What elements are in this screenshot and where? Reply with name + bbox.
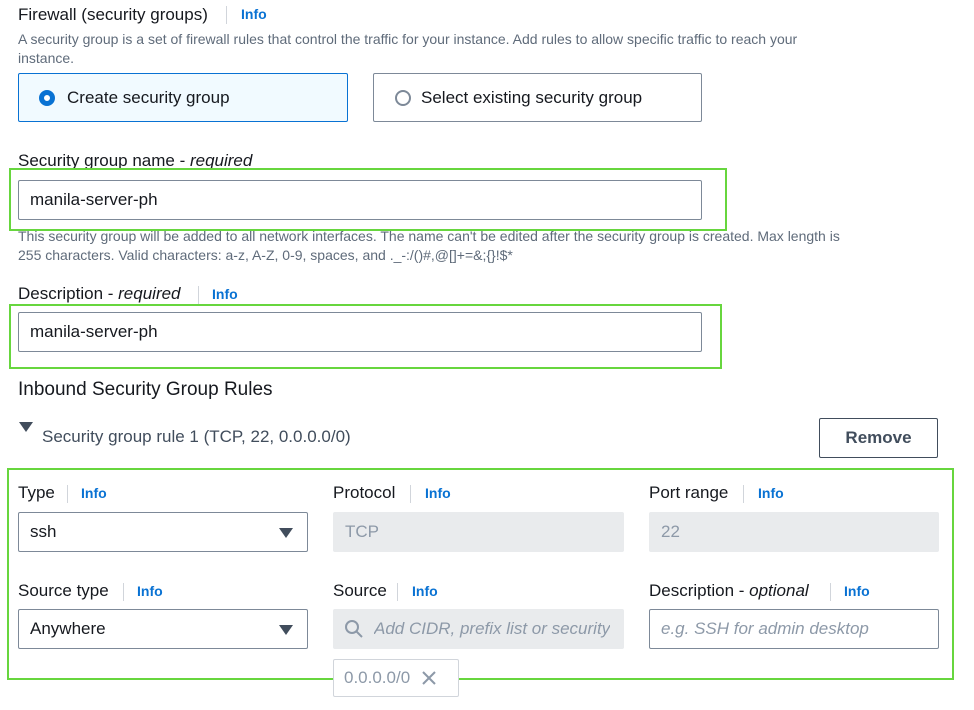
sg-name-help-line1: This security group will be added to all… [18,228,840,244]
select-existing-security-group-label: Select existing security group [421,88,643,107]
select-existing-security-group-radio[interactable] [395,90,411,106]
create-security-group-radio[interactable] [39,90,55,106]
create-security-group-label: Create security group [67,88,230,107]
type-select[interactable]: ssh [18,512,308,552]
source-type-info-link[interactable]: Info [137,583,163,599]
caret-down-icon [279,528,293,538]
divider [397,583,398,601]
divider [198,286,199,304]
firewall-info-link[interactable]: Info [241,6,267,22]
description-info-link[interactable]: Info [212,286,238,302]
protocol-field: TCP [333,512,624,552]
divider [743,485,744,503]
close-icon[interactable] [420,669,438,687]
divider [67,485,68,503]
port-range-label: Port range [649,483,729,502]
type-label: Type [18,483,55,502]
remove-button[interactable]: Remove [819,418,938,458]
rule-title[interactable]: Security group rule 1 (TCP, 22, 0.0.0.0/… [42,427,351,447]
port-range-field: 22 [649,512,939,552]
source-info-link[interactable]: Info [412,583,438,599]
description-input[interactable]: manila-server-ph [18,312,702,352]
description-label: Description - required [18,284,181,303]
create-security-group-option[interactable]: Create security group [18,73,348,122]
select-existing-security-group-option[interactable]: Select existing security group [373,73,702,122]
source-type-label: Source type [18,581,109,600]
divider [123,583,124,601]
search-icon [345,620,363,638]
protocol-label: Protocol [333,483,396,502]
expand-triangle-icon[interactable] [19,422,33,432]
sg-name-help-line2: 255 characters. Valid characters: a-z, A… [18,247,513,263]
source-search-input[interactable]: Add CIDR, prefix list or security [333,609,624,649]
firewall-title: Firewall (security groups) [18,5,208,24]
divider [830,583,831,601]
divider [226,6,227,24]
inbound-rules-heading: Inbound Security Group Rules [18,379,273,400]
rule-description-label: Description - optional [649,581,809,600]
caret-down-icon [279,625,293,635]
port-range-info-link[interactable]: Info [758,485,784,501]
type-info-link[interactable]: Info [81,485,107,501]
sg-name-input[interactable]: manila-server-ph [18,180,702,220]
divider [410,485,411,503]
source-type-select[interactable]: Anywhere [18,609,308,649]
protocol-info-link[interactable]: Info [425,485,451,501]
firewall-description-line1: A security group is a set of firewall ru… [18,31,798,47]
firewall-description-line2: instance. [18,50,75,66]
source-label: Source [333,581,387,600]
source-token: 0.0.0.0/0 [333,659,459,697]
rule-description-info-link[interactable]: Info [844,583,870,599]
rule-description-input[interactable]: e.g. SSH for admin desktop [649,609,939,649]
